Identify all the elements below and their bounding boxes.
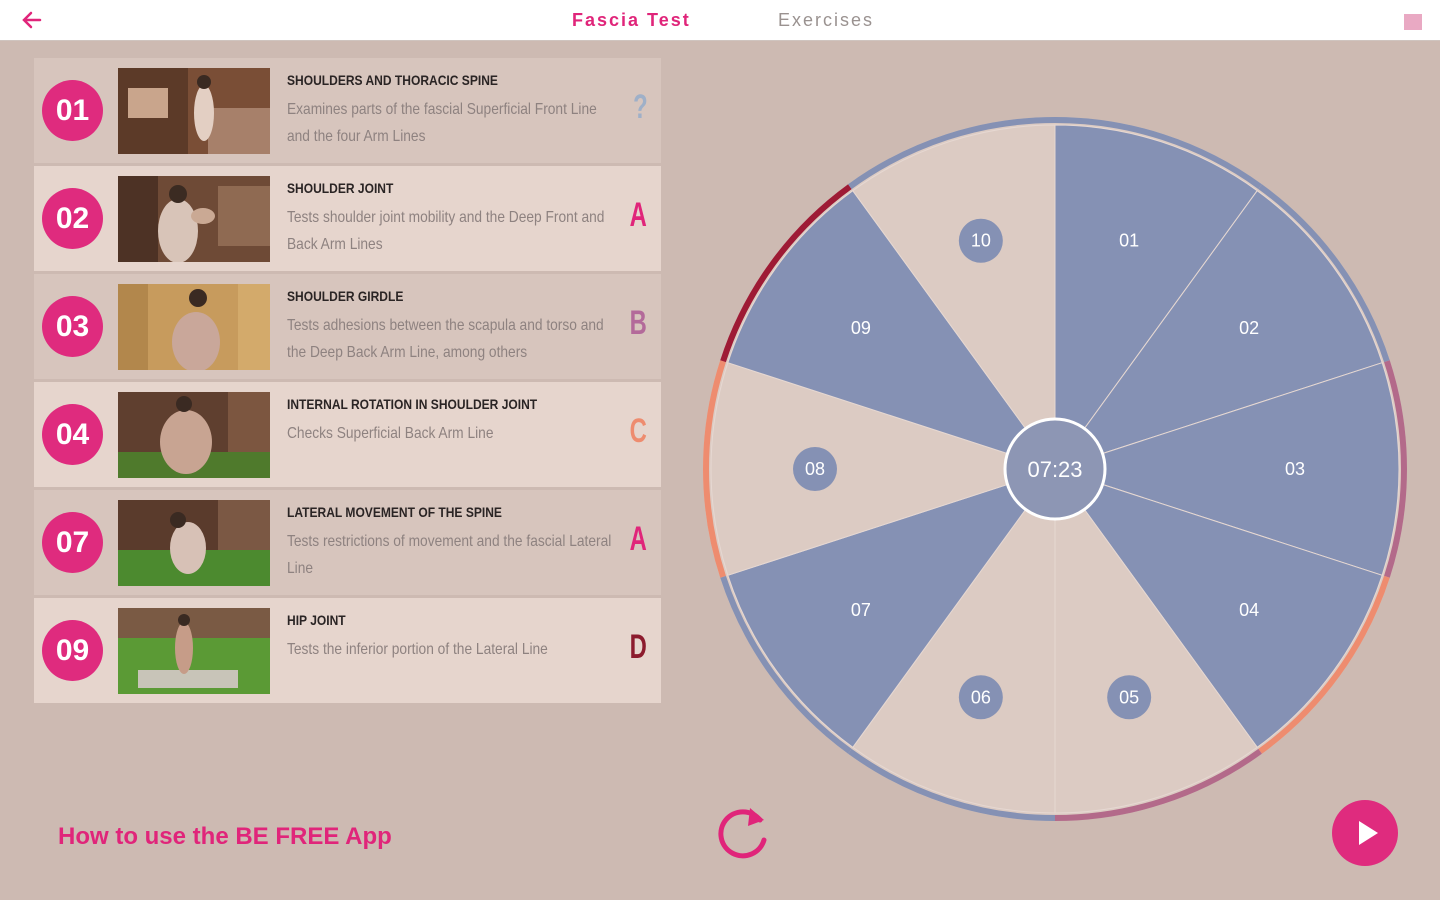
exercise-description: Tests shoulder joint mobility and the De…	[287, 209, 605, 253]
wheel-segment-label: 06	[971, 687, 991, 707]
help-link[interactable]: How to use the BE FREE App	[58, 823, 392, 851]
exercise-number-badge: 02	[42, 188, 103, 249]
exercise-title: LATERAL MOVEMENT OF THE SPINE	[287, 504, 502, 520]
timer-text: 07:23	[1027, 457, 1082, 482]
exercise-thumbnail	[118, 500, 270, 586]
exercise-number-badge: 09	[42, 620, 103, 681]
exercise-description: Tests the inferior portion of the Latera…	[287, 641, 548, 658]
exercise-row[interactable]: 04 INTERNAL ROTATION IN SHOULDER JOINT C…	[34, 382, 661, 487]
exercise-number-badge: 03	[42, 296, 103, 357]
exercise-title: SHOULDER JOINT	[287, 180, 394, 196]
exercise-thumbnail	[118, 608, 270, 694]
exercise-description: Checks Superficial Back Arm Line	[287, 425, 494, 442]
exercise-description: Tests restrictions of movement and the f…	[287, 533, 612, 577]
wheel-segment-label: 01	[1119, 231, 1139, 251]
exercise-grade: ?	[633, 88, 648, 126]
exercise-list: 01 SHOULDERS AND THORACIC SPINE Examines…	[34, 58, 661, 706]
exercise-number-badge: 04	[42, 404, 103, 465]
exercise-grade: A	[630, 196, 648, 234]
wheel-segment-label: 05	[1119, 687, 1139, 707]
exercise-grade: C	[630, 412, 648, 450]
exercise-grade: B	[630, 304, 648, 342]
exercise-row[interactable]: 01 SHOULDERS AND THORACIC SPINE Examines…	[34, 58, 661, 163]
tab-exercises[interactable]: Exercises	[778, 10, 874, 31]
exercise-row[interactable]: 07 LATERAL MOVEMENT OF THE SPINE Tests r…	[34, 490, 661, 595]
wheel-segment-label: 07	[851, 600, 871, 620]
exercise-row[interactable]: 09 HIP JOINT Tests the inferior portion …	[34, 598, 661, 703]
exercise-thumbnail	[118, 176, 270, 262]
exercise-thumbnail	[118, 68, 270, 154]
wheel-segment-label: 03	[1285, 459, 1305, 479]
top-bar: Fascia Test Exercises	[0, 0, 1440, 41]
wheel-segment-label: 02	[1239, 318, 1259, 338]
exercise-number-badge: 01	[42, 80, 103, 141]
wheel-segment-label: 09	[851, 318, 871, 338]
wheel-segment-label: 04	[1239, 600, 1259, 620]
wheel-segment-label: 10	[971, 231, 991, 251]
exercise-title: SHOULDER GIRDLE	[287, 288, 404, 304]
exercise-title: INTERNAL ROTATION IN SHOULDER JOINT	[287, 396, 538, 412]
exercise-number-badge: 07	[42, 512, 103, 573]
exercise-thumbnail	[118, 284, 270, 370]
wheel-segment-label: 08	[805, 459, 825, 479]
exercise-grade: A	[630, 520, 648, 558]
exercise-row[interactable]: 03 SHOULDER GIRDLE Tests adhesions betwe…	[34, 274, 661, 379]
exercise-description: Tests adhesions between the scapula and …	[287, 317, 604, 361]
tab-fascia-test[interactable]: Fascia Test	[572, 10, 691, 31]
exercise-description: Examines parts of the fascial Superficia…	[287, 101, 597, 145]
menu-icon[interactable]	[1404, 14, 1422, 30]
exercise-grade: D	[630, 628, 648, 666]
exercise-thumbnail	[118, 392, 270, 478]
exercise-title: HIP JOINT	[287, 612, 346, 628]
progress-wheel: 01 02 03 04 05 06 07 08 09 10 07:23	[703, 117, 1407, 821]
exercise-row[interactable]: 02 SHOULDER JOINT Tests shoulder joint m…	[34, 166, 661, 271]
exercise-title: SHOULDERS AND THORACIC SPINE	[287, 72, 498, 88]
back-arrow-icon[interactable]	[18, 8, 46, 32]
